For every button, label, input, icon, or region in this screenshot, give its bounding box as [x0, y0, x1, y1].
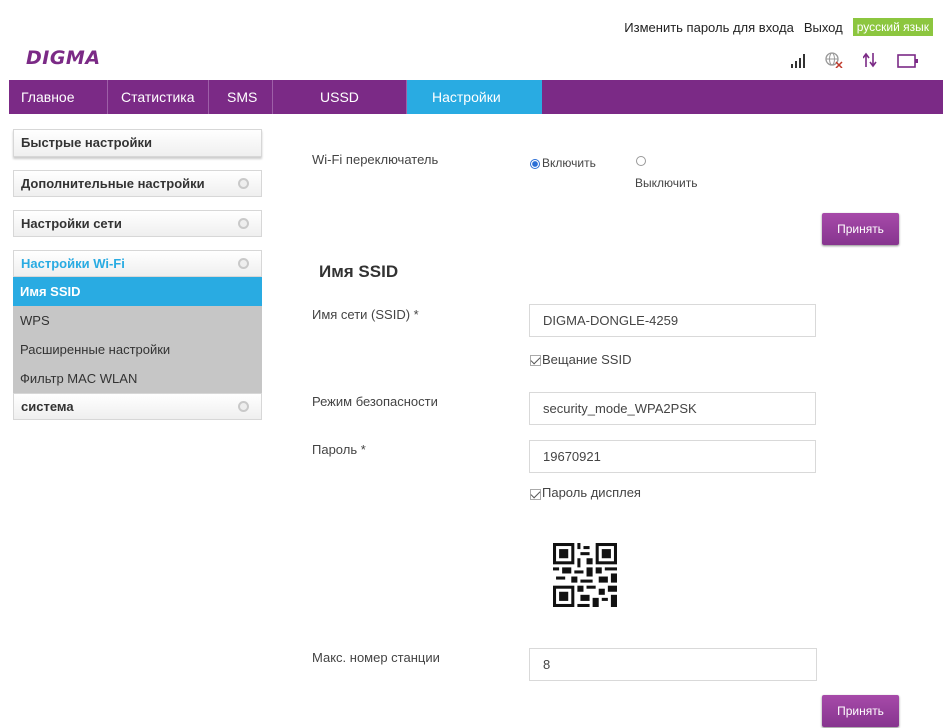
qr-code	[553, 543, 617, 607]
security-mode-label: Режим безопасности	[312, 394, 438, 409]
sidebar-item-label: система	[21, 399, 74, 414]
show-password-label: Пароль дисплея	[542, 485, 641, 500]
expand-icon	[238, 401, 249, 412]
language-selector[interactable]: русский язык	[852, 18, 933, 36]
logout-link[interactable]: Выход	[804, 20, 843, 35]
sidebar-item-network-settings[interactable]: Настройки сети	[13, 210, 262, 237]
sidebar-subitem-advanced[interactable]: Расширенные настройки	[13, 335, 262, 364]
logo: DIGMA	[26, 47, 101, 69]
apply-button-bottom[interactable]: Принять	[822, 695, 899, 727]
wifi-on-label: Включить	[542, 156, 596, 170]
change-password-link[interactable]: Изменить пароль для входа	[624, 20, 794, 35]
sidebar-subitem-mac-filter[interactable]: Фильтр MAC WLAN	[13, 364, 262, 393]
wifi-on-radio[interactable]	[530, 159, 540, 169]
sidebar: Быстрые настройки Дополнительные настрой…	[13, 129, 262, 433]
tab-sms[interactable]: SMS	[209, 80, 273, 114]
status-icons	[791, 52, 919, 73]
max-station-label: Макс. номер станции	[312, 650, 440, 665]
expand-icon	[238, 178, 249, 189]
tab-ussd[interactable]: USSD	[273, 80, 407, 114]
apply-button-top[interactable]: Принять	[822, 213, 899, 245]
tab-main[interactable]: Главное	[9, 80, 108, 114]
broadcast-ssid-checkbox[interactable]	[530, 355, 541, 366]
router-settings-page: DIGMA Изменить пароль для входа Выход ру…	[0, 0, 943, 728]
sidebar-subitem-wps[interactable]: WPS	[13, 306, 262, 335]
password-input[interactable]: 19670921	[529, 440, 816, 473]
sidebar-subitem-ssid[interactable]: Имя SSID	[13, 277, 262, 306]
password-label: Пароль *	[312, 442, 366, 457]
sidebar-item-label: Настройки Wi-Fi	[21, 256, 125, 271]
sidebar-item-advanced-settings[interactable]: Дополнительные настройки	[13, 170, 262, 197]
sidebar-item-quick-settings[interactable]: Быстрые настройки	[13, 129, 262, 157]
signal-icon	[791, 54, 805, 73]
wifi-off-label: Выключить	[635, 176, 698, 190]
data-transfer-icon	[862, 52, 877, 73]
ssid-label: Имя сети (SSID) *	[312, 307, 419, 322]
broadcast-ssid-label: Вещание SSID	[542, 352, 632, 367]
ssid-input[interactable]: DIGMA-DONGLE-4259	[529, 304, 816, 337]
sidebar-item-label: Быстрые настройки	[21, 135, 152, 150]
wifi-switch-label: Wi-Fi переключатель	[312, 152, 439, 167]
security-mode-select[interactable]: security_mode_WPA2PSK	[529, 392, 816, 425]
max-station-input[interactable]: 8	[529, 648, 817, 681]
sidebar-item-label: Настройки сети	[21, 216, 122, 231]
sidebar-item-label: Дополнительные настройки	[21, 176, 205, 191]
main-nav: Главное Статистика SMS USSD Настройки	[9, 80, 943, 114]
tab-statistics[interactable]: Статистика	[108, 80, 209, 114]
wifi-submenu: Имя SSID WPS Расширенные настройки Фильт…	[13, 277, 262, 393]
sidebar-item-system[interactable]: система	[13, 393, 262, 420]
battery-icon	[897, 54, 919, 73]
tab-settings[interactable]: Настройки	[407, 80, 542, 114]
expand-icon	[238, 218, 249, 229]
globe-icon	[825, 52, 843, 73]
show-password-checkbox[interactable]	[530, 489, 541, 500]
top-links: Изменить пароль для входа Выход русский …	[614, 18, 933, 36]
sidebar-item-wifi-settings[interactable]: Настройки Wi-Fi	[13, 250, 262, 277]
section-title: Имя SSID	[319, 262, 399, 281]
collapse-icon	[238, 258, 249, 269]
wifi-off-radio[interactable]	[636, 156, 646, 166]
